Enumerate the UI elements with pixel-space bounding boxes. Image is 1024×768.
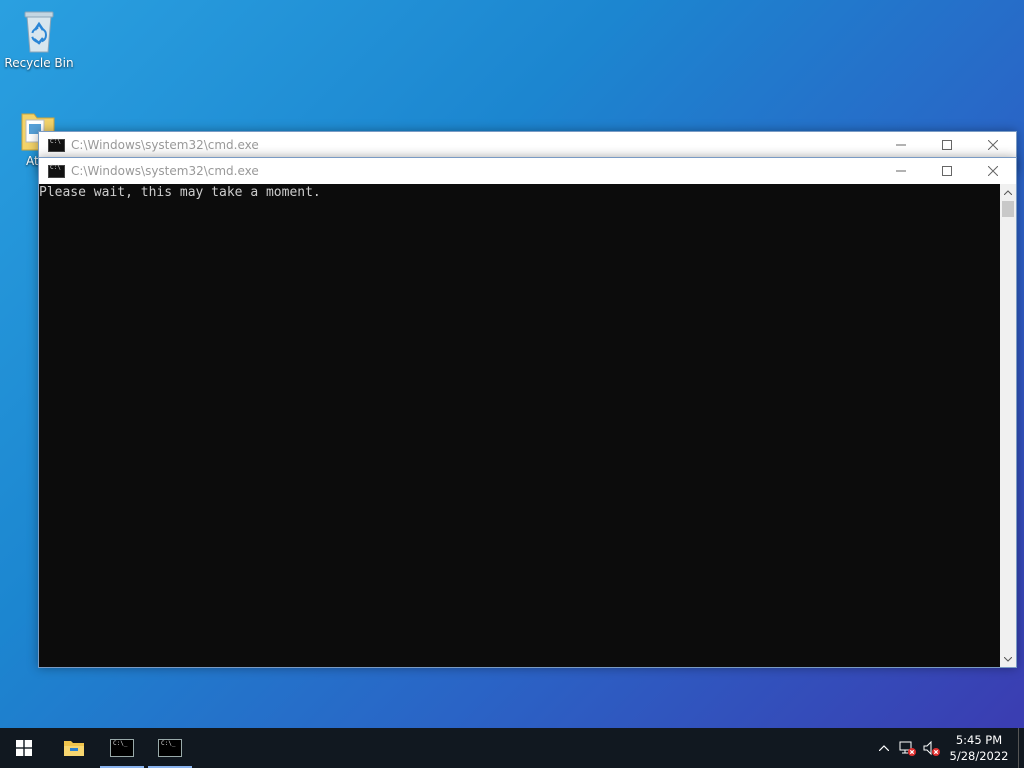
window-titlebar[interactable]: C:\Windows\system32\cmd.exe <box>39 158 1016 184</box>
window-titlebar[interactable]: C:\Windows\system32\cmd.exe <box>39 132 1016 158</box>
network-error-icon <box>899 741 916 756</box>
chevron-down-icon <box>1004 656 1012 662</box>
windows-start-icon <box>16 740 32 756</box>
scroll-up-button[interactable] <box>1000 184 1016 200</box>
close-icon <box>988 166 998 176</box>
minimize-button[interactable] <box>878 158 924 184</box>
volume-button[interactable] <box>920 728 944 768</box>
recycle-bin-label: Recycle Bin <box>4 56 74 70</box>
console-output[interactable]: Please wait, this may take a moment. <box>39 184 1000 667</box>
chevron-up-icon <box>879 745 889 751</box>
cmd-icon <box>48 138 65 152</box>
show-desktop-button[interactable] <box>1018 728 1024 768</box>
minimize-button[interactable] <box>878 132 924 158</box>
close-button[interactable] <box>970 132 1016 158</box>
minimize-icon <box>896 170 906 172</box>
close-button[interactable] <box>970 158 1016 184</box>
cmd-icon <box>158 739 182 757</box>
cmd-icon <box>48 164 65 178</box>
close-icon <box>988 140 998 150</box>
start-button[interactable] <box>0 728 48 768</box>
taskbar-cmd-1[interactable] <box>98 728 146 768</box>
taskbar: 5:45 PM 5/28/2022 <box>0 728 1024 768</box>
clock-time: 5:45 PM <box>955 733 1003 747</box>
cmd-window-foreground[interactable]: C:\Windows\system32\cmd.exe Please wait,… <box>38 157 1017 668</box>
window-title: C:\Windows\system32\cmd.exe <box>71 164 259 178</box>
show-hidden-icons-button[interactable] <box>872 728 896 768</box>
network-button[interactable] <box>896 728 920 768</box>
window-title: C:\Windows\system32\cmd.exe <box>71 138 259 152</box>
vertical-scrollbar[interactable] <box>1000 184 1016 667</box>
scroll-thumb[interactable] <box>1002 201 1014 217</box>
maximize-icon <box>942 166 952 176</box>
taskbar-file-explorer[interactable] <box>50 728 98 768</box>
desktop-icon-recycle-bin[interactable]: Recycle Bin <box>3 8 75 70</box>
maximize-icon <box>942 140 952 150</box>
minimize-icon <box>896 144 906 146</box>
cmd-icon <box>110 739 134 757</box>
taskbar-cmd-2[interactable] <box>146 728 194 768</box>
maximize-button[interactable] <box>924 158 970 184</box>
console-line: Please wait, this may take a moment. <box>39 185 321 200</box>
volume-muted-icon <box>923 740 940 756</box>
file-explorer-icon <box>64 741 84 756</box>
chevron-up-icon <box>1004 189 1012 195</box>
system-tray: 5:45 PM 5/28/2022 <box>872 728 1024 768</box>
clock-date: 5/28/2022 <box>949 749 1009 763</box>
maximize-button[interactable] <box>924 132 970 158</box>
recycle-bin-icon <box>24 11 54 53</box>
clock[interactable]: 5:45 PM 5/28/2022 <box>944 732 1018 764</box>
scroll-down-button[interactable] <box>1000 651 1016 667</box>
